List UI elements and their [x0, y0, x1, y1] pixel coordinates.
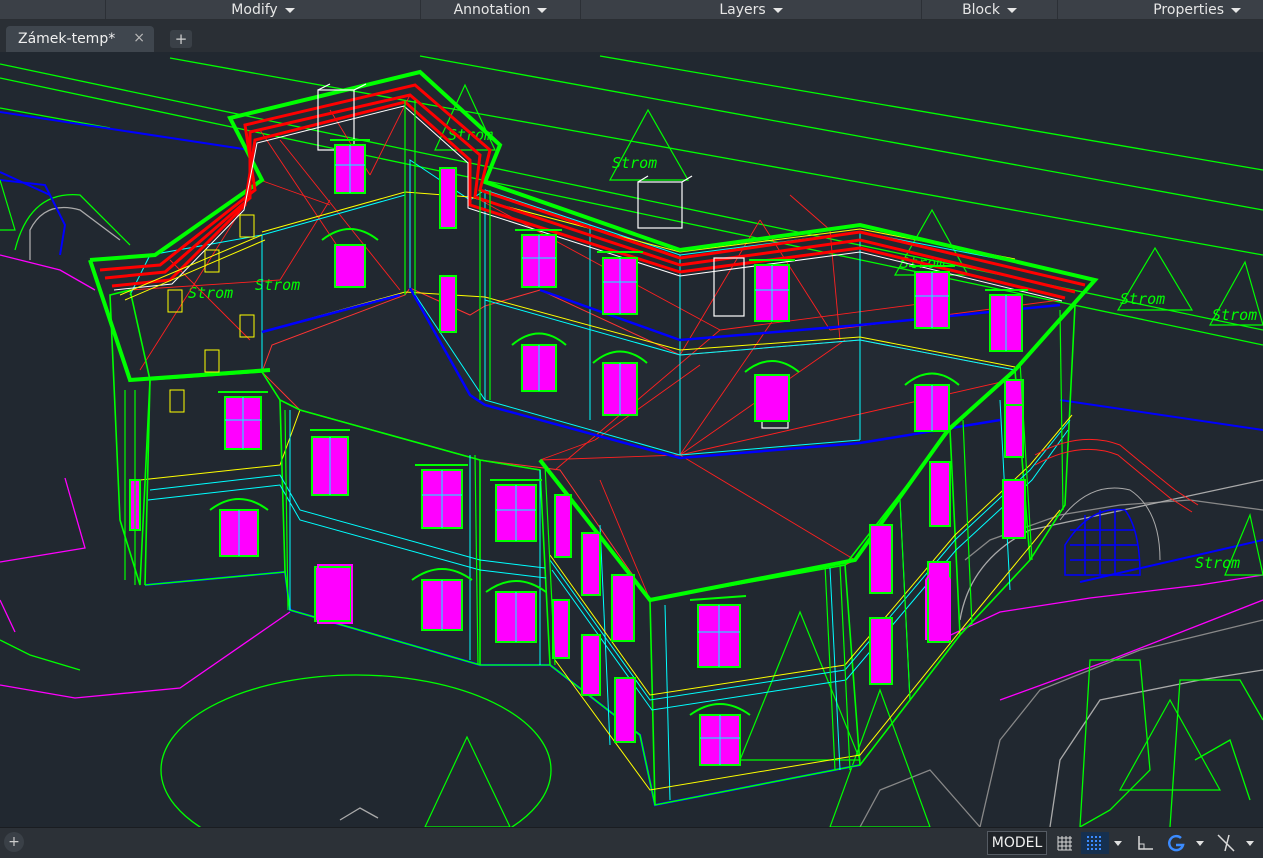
tree-label: Strom	[1195, 554, 1240, 572]
polar-icon[interactable]	[1162, 832, 1190, 854]
ortho-icon[interactable]	[1134, 832, 1158, 854]
drawing-canvas: Strom Strom Strom Strom Strom Strom Stro…	[0, 55, 1263, 827]
ribbon-panel-block[interactable]: Block	[921, 0, 1057, 19]
chevron-down-icon	[284, 8, 295, 13]
object-snap-icon[interactable]	[1212, 832, 1240, 854]
plus-icon: +	[174, 29, 188, 48]
ribbon-panel-label: Properties	[1153, 1, 1224, 18]
tree-label: Strom	[188, 284, 233, 302]
chevron-down-icon	[537, 8, 548, 13]
status-bar: + MODEL	[0, 827, 1263, 858]
chevron-down-icon[interactable]	[1114, 841, 1122, 846]
chevron-down-icon	[1006, 8, 1017, 13]
new-tab-button[interactable]: +	[170, 30, 192, 48]
tree-label: Strom	[1212, 306, 1257, 324]
grid-icon[interactable]	[1053, 832, 1077, 854]
ribbon-panel-layers[interactable]: Layers	[580, 0, 921, 19]
file-tab-bar: Zámek-temp* × +	[0, 20, 1263, 52]
command-line-toggle[interactable]: +	[4, 832, 24, 852]
ribbon-panel-properties[interactable]: Properties	[1057, 0, 1263, 19]
chevron-down-icon[interactable]	[1196, 841, 1204, 846]
file-tab-zamek-temp[interactable]: Zámek-temp* ×	[6, 26, 154, 52]
tree-label: Strom	[1120, 290, 1165, 308]
ribbon-panel-bar: Modify Annotation Layers Block Propertie…	[0, 0, 1263, 20]
model-space-button[interactable]: MODEL	[987, 831, 1047, 855]
chevron-down-icon[interactable]	[1246, 841, 1254, 846]
chevron-down-icon	[772, 8, 783, 13]
tree-label: Strom	[612, 154, 657, 172]
building-model	[88, 69, 1199, 807]
chevron-down-icon	[1231, 8, 1241, 13]
file-tab-label: Zámek-temp*	[18, 31, 116, 47]
close-icon[interactable]: ×	[133, 30, 145, 46]
drawing-viewport[interactable]: Strom Strom Strom Strom Strom Strom Stro…	[0, 52, 1263, 827]
ribbon-panel-modify[interactable]: Modify	[105, 0, 420, 19]
ribbon-panel-label: Layers	[719, 1, 766, 18]
snap-grid-icon[interactable]	[1081, 832, 1109, 854]
ribbon-panel-label: Modify	[231, 1, 278, 18]
ribbon-panel-label: Block	[962, 1, 1000, 18]
ribbon-panel-label: Annotation	[453, 1, 531, 18]
ribbon-panel-annotation[interactable]: Annotation	[420, 0, 580, 19]
plus-icon: +	[8, 834, 20, 850]
